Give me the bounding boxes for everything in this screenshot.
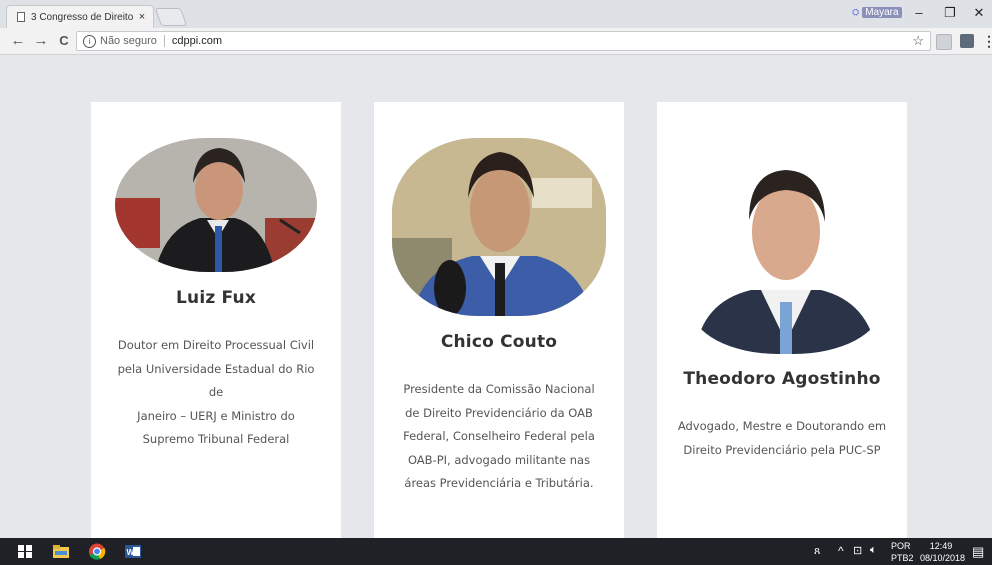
people-icon[interactable]: ጸ [814,545,820,558]
speaker-bio-line: Presidente da Comissão Nacional [403,382,595,396]
profile-icon: ⛭ [852,7,860,17]
url-text[interactable]: cdppi.com [172,35,222,47]
browser-tab[interactable]: 3 Congresso de Direito P × [6,5,154,28]
keyboard-layout: PTB2 [891,553,914,563]
speaker-name: Chico Couto [440,332,558,352]
new-tab-button[interactable] [154,8,188,26]
tab-close-button[interactable]: × [135,11,149,23]
speaker-bio-line: Federal, Conselheiro Federal pela [403,429,595,443]
address-bar[interactable]: i Não seguro cdppi.com ☆ [76,31,931,51]
speaker-name: Theodoro Agostinho [683,369,881,389]
chevron-up-icon[interactable]: ^ [838,544,844,558]
speaker-card: Chico Couto Presidente da Comissão Nacio… [374,102,624,538]
profile-name: Mayara [862,7,902,18]
security-label: Não seguro [100,35,157,47]
speaker-bio-line: Supremo Tribunal Federal [142,432,290,446]
speaker-bio-line: OAB-PI, advogado militante nas [407,452,591,467]
restore-button[interactable]: ❐ [935,3,965,23]
speaker-bio-line: de Direito Previdenciário da OAB [405,405,593,420]
clock[interactable]: 12:49 08/10/2018 [920,540,966,564]
speaker-bio-line: áreas Previdenciária e Tributária. [404,476,594,490]
browser-titlebar: 3 Congresso de Direito P × ⛭ Mayara – ❐ … [0,0,992,28]
windows-start-icon[interactable] [16,543,34,560]
chrome-icon[interactable] [88,543,106,560]
notifications-icon[interactable]: ▤ [972,544,984,560]
page-content: Luiz Fux Doutor em Direito Processual Ci… [0,55,992,538]
speaker-bio-line: Advogado, Mestre e Doutorando em [677,419,887,433]
extension-photo-icon[interactable] [960,34,974,48]
forward-button[interactable]: → [31,31,51,51]
svg-text:W: W [127,548,135,557]
speaker-photo [115,138,317,272]
volume-icon[interactable]: 🔈︎ [870,544,877,557]
extension-icon[interactable] [936,34,952,50]
menu-icon[interactable]: ⋮ [982,33,992,50]
close-window-button[interactable]: ✕ [964,3,992,23]
speaker-photo-image [115,138,317,272]
speaker-bio-line: Direito Previdenciário pela PUC-SP [683,442,881,457]
word-icon[interactable]: W [124,543,142,560]
speaker-bio-line: pela Universidade Estadual do Rio de [117,361,315,400]
browser-toolbar: ← → C i Não seguro cdppi.com ☆ ⋮ [0,28,992,55]
speaker-card: Luiz Fux Doutor em Direito Processual Ci… [91,102,341,538]
info-icon[interactable]: i [83,34,96,48]
profile-button[interactable]: ⛭ Mayara [852,7,902,18]
speaker-name: Luiz Fux [175,288,256,308]
tab-title: 3 Congresso de Direito P [31,11,135,23]
speaker-photo [691,142,881,354]
reload-button[interactable]: C [54,31,74,51]
separator [163,35,165,47]
speaker-photo-image [691,142,881,354]
minimize-button[interactable]: – [904,3,934,23]
bookmark-star-icon[interactable]: ☆ [912,33,924,49]
language-indicator[interactable]: POR PTB2 [891,540,914,564]
speaker-photo [392,138,606,316]
network-icon[interactable]: ⊡ [853,544,862,557]
speaker-bio-line: Doutor em Direito Processual Civil [117,338,315,352]
speaker-bio: Doutor em Direito Processual Civil pela … [91,334,341,452]
speaker-bio-line: Janeiro – UERJ e Ministro do [137,408,295,423]
back-button[interactable]: ← [8,31,28,51]
speaker-card: Theodoro Agostinho Advogado, Mestre e Do… [657,102,907,538]
language-code: POR [891,541,911,551]
speaker-photo-image [392,138,606,316]
file-explorer-icon[interactable] [52,543,70,560]
speaker-bio: Advogado, Mestre e Doutorando em Direito… [657,415,907,462]
clock-time: 12:49 [929,541,953,551]
page-icon [17,12,25,22]
speaker-bio: Presidente da Comissão Nacional de Direi… [374,378,624,496]
windows-taskbar: W ጸ ^ ⊡ 🔈︎ POR PTB2 12:49 08/10/2018 ▤ [0,538,992,565]
clock-date: 08/10/2018 [920,553,966,563]
